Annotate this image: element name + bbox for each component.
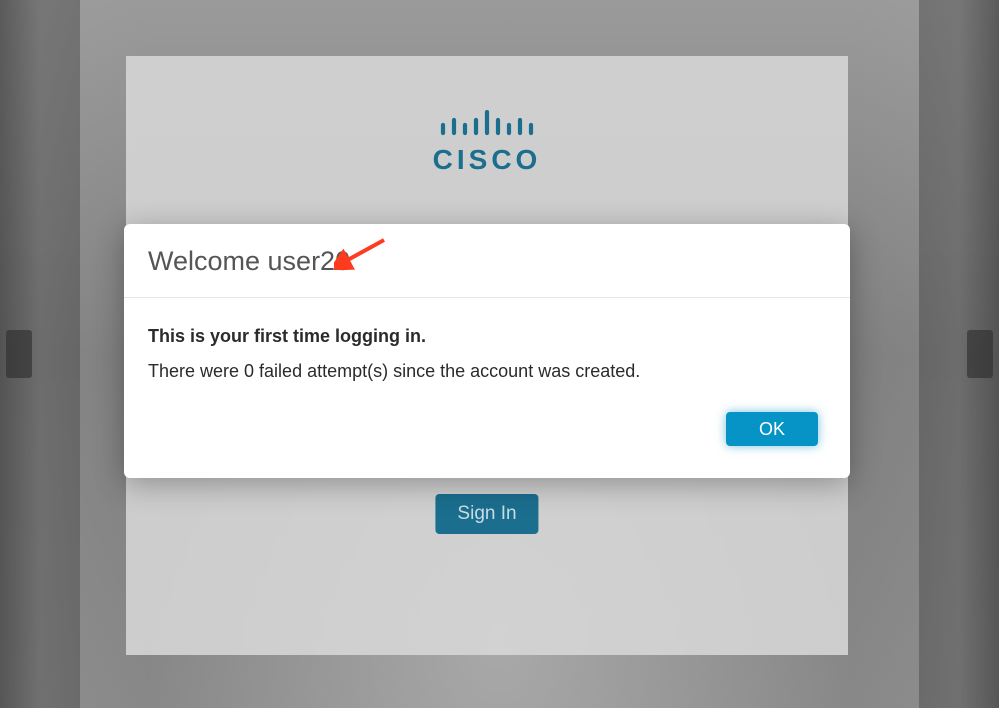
background-rack-right <box>919 0 999 708</box>
modal-header: Welcome user20 <box>124 224 850 298</box>
modal-title: Welcome user20 <box>148 246 826 277</box>
modal-footer: OK <box>124 402 850 478</box>
sign-in-button[interactable]: Sign In <box>435 494 538 534</box>
cisco-logo: CISCO <box>433 110 542 176</box>
welcome-modal: Welcome user20 This is your first time l… <box>124 224 850 478</box>
failed-attempts-message: There were 0 failed attempt(s) since the… <box>148 361 826 382</box>
modal-body: This is your first time logging in. Ther… <box>124 298 850 402</box>
first-login-message: This is your first time logging in. <box>148 326 826 347</box>
rack-slot-right <box>967 330 993 378</box>
background-rack-left <box>0 0 80 708</box>
ok-button[interactable]: OK <box>726 412 818 446</box>
cisco-bridge-icon <box>437 110 537 142</box>
cisco-logo-text: CISCO <box>433 144 542 176</box>
rack-slot-left <box>6 330 32 378</box>
